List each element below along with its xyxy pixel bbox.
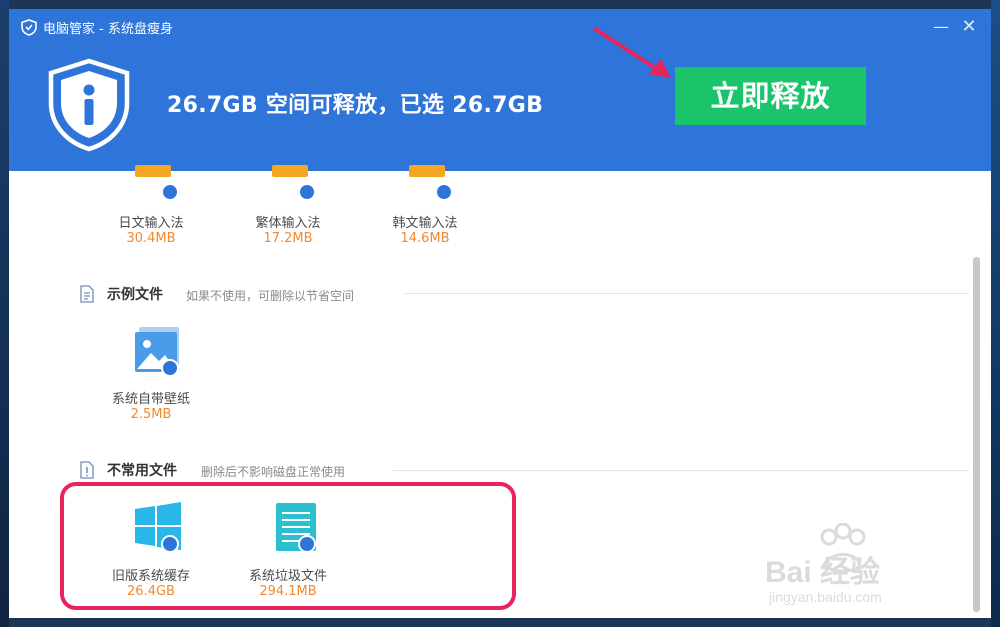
section-divider: [393, 470, 969, 471]
shield-info-icon: [48, 58, 130, 152]
section-title: 示例文件: [107, 287, 163, 303]
desktop-edge-right: [991, 0, 1000, 627]
tile-size: 17.2MB: [263, 231, 313, 246]
section-subtitle: 如果不使用，可删除以节省空间: [186, 289, 355, 303]
tile-japanese-ime[interactable]: 日文输入法 30.4MB: [91, 165, 211, 251]
tile-name: 日文输入法: [118, 216, 184, 231]
headline-text: 26.7GB 空间可释放，已选 26.7GB: [167, 93, 544, 118]
section-subtitle: 删除后不影响磁盘正常使用: [201, 465, 346, 479]
tile-korean-ime[interactable]: 韩文输入法 14.6MB: [365, 165, 485, 251]
scrollbar[interactable]: [970, 171, 984, 618]
section-title: 不常用文件: [107, 463, 177, 479]
app-window: 电脑管家 - 系统盘瘦身 — ✕ 26.7GB 空间可释放，已选 26.7GB …: [9, 9, 991, 618]
tile-size: 30.4MB: [126, 231, 176, 246]
desktop-edge-left: [0, 0, 9, 627]
tile-system-wallpaper[interactable]: 系统自带壁纸 2.5MB: [91, 321, 211, 431]
check-icon: [161, 183, 179, 201]
document-alert-icon: [80, 461, 94, 479]
watermark-brand: Bai 经验: [765, 556, 881, 589]
header-banner: 电脑管家 - 系统盘瘦身 — ✕ 26.7GB 空间可释放，已选 26.7GB …: [9, 9, 991, 171]
close-button[interactable]: ✕: [955, 15, 983, 39]
check-icon: [298, 183, 316, 201]
window-title: 电脑管家 - 系统盘瘦身: [43, 22, 173, 37]
watermark-url: jingyan.baidu.com: [769, 589, 882, 605]
minimize-button[interactable]: —: [927, 15, 955, 39]
check-icon: [435, 183, 453, 201]
tile-size: 14.6MB: [400, 231, 450, 246]
watermark: Bai 经验 jingyan.baidu.com: [757, 523, 967, 613]
section-divider: [405, 293, 969, 294]
app-logo-icon: [21, 19, 37, 36]
tile-traditional-ime[interactable]: 繁体输入法 17.2MB: [228, 165, 348, 251]
scrollbar-thumb[interactable]: [973, 257, 980, 612]
check-icon: [161, 359, 179, 377]
release-now-button[interactable]: 立即释放: [675, 67, 866, 125]
tile-size: 2.5MB: [130, 407, 172, 422]
highlight-box: [60, 482, 516, 610]
tile-name: 繁体输入法: [255, 216, 321, 231]
tile-name: 韩文输入法: [392, 216, 458, 231]
title-bar: 电脑管家 - 系统盘瘦身 — ✕: [9, 9, 991, 45]
tile-name: 系统自带壁纸: [111, 392, 190, 407]
document-outline-icon: [80, 285, 94, 303]
content-area: 日文输入法 30.4MB 繁体输入法 17.2MB 韩文输入法 14.6MB 示…: [9, 165, 991, 618]
